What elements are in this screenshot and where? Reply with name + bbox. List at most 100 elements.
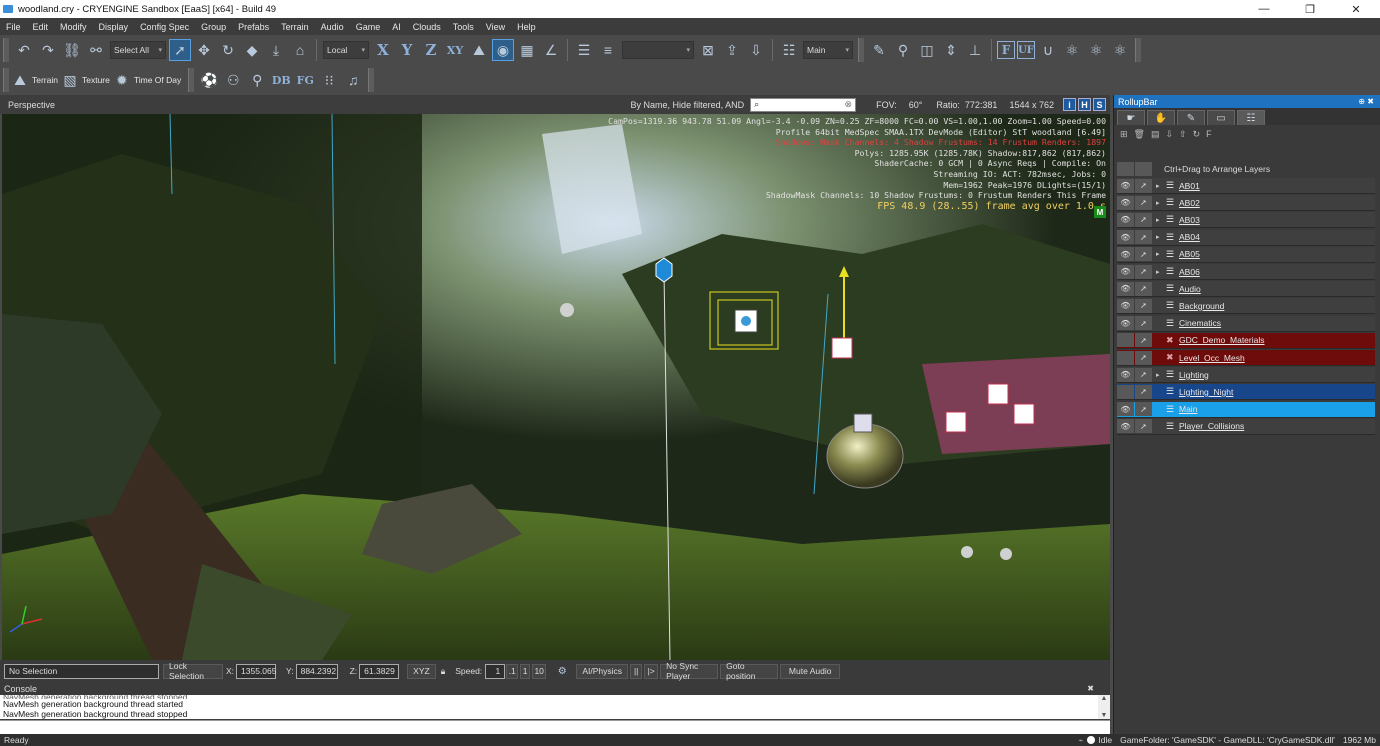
- selectable-pointer-icon[interactable]: ➚: [1135, 384, 1152, 399]
- empty-combo[interactable]: [622, 41, 694, 59]
- console-scrollbar[interactable]: ▲ ▼: [1098, 695, 1110, 719]
- scale-icon[interactable]: ◆: [241, 39, 263, 61]
- layer-combo[interactable]: Main: [803, 41, 853, 59]
- selectable-pointer-icon[interactable]: ➚: [1135, 402, 1152, 417]
- menu-terrain[interactable]: Terrain: [275, 22, 315, 32]
- visibility-eye-icon[interactable]: 👁︎: [1117, 367, 1134, 382]
- menu-clouds[interactable]: Clouds: [407, 22, 447, 32]
- step-button[interactable]: |>: [644, 663, 659, 679]
- export-icon[interactable]: ⇪: [721, 39, 743, 61]
- atom-2-icon[interactable]: ⚛: [1085, 39, 1107, 61]
- clear-search-icon[interactable]: ⊗: [845, 99, 853, 110]
- grid-icon[interactable]: ▦: [516, 39, 538, 61]
- layer-row-ab03[interactable]: 👁︎ ➚ ▸ ☰ AB03: [1117, 212, 1375, 229]
- texture-icon[interactable]: ▧: [63, 69, 77, 91]
- player-icon[interactable]: ⚲: [246, 69, 268, 91]
- coord-space-combo[interactable]: Local: [323, 41, 369, 59]
- rotate-icon[interactable]: ↻: [217, 39, 239, 61]
- move-icon[interactable]: ✥: [193, 39, 215, 61]
- measure-icon[interactable]: ⊥: [964, 39, 986, 61]
- undo-icon[interactable]: ↶: [13, 39, 35, 61]
- menu-display[interactable]: Display: [93, 22, 135, 32]
- texture-button[interactable]: Texture: [82, 75, 110, 85]
- viewport-title[interactable]: Perspective: [8, 100, 55, 110]
- axis-xy-button[interactable]: XY: [444, 39, 466, 61]
- visibility-eye-icon[interactable]: [1117, 333, 1134, 348]
- visibility-eye-icon[interactable]: 👁︎: [1117, 298, 1134, 313]
- layer-row-ab02[interactable]: 👁︎ ➚ ▸ ☰ AB02: [1117, 195, 1375, 212]
- tab-modify[interactable]: ✋: [1147, 110, 1175, 125]
- speed-preset-10[interactable]: 10: [532, 663, 547, 679]
- menu-audio[interactable]: Audio: [315, 22, 350, 32]
- terrain-icon[interactable]: ⛰: [13, 69, 27, 91]
- menu-group[interactable]: Group: [195, 22, 232, 32]
- selectable-pointer-icon[interactable]: ➚: [1135, 178, 1152, 193]
- selectable-pointer-icon[interactable]: ➚: [1135, 230, 1152, 245]
- layer-row-ab06[interactable]: 👁︎ ➚ ▸ ☰ AB06: [1117, 264, 1375, 280]
- close-button[interactable]: ✕: [1333, 0, 1379, 18]
- snap-objects-icon[interactable]: ⚲: [892, 39, 914, 61]
- visibility-eye-icon[interactable]: 👁︎: [1117, 178, 1134, 193]
- mute-audio-button[interactable]: Mute Audio: [780, 663, 841, 679]
- goto-position-button[interactable]: Goto position: [720, 661, 779, 681]
- axis-x-button[interactable]: X: [372, 39, 394, 61]
- selectable-pointer-icon[interactable]: ➚: [1135, 367, 1152, 382]
- console-output[interactable]: NavMesh generation background thread sto…: [0, 695, 1098, 719]
- toolbar-grip[interactable]: [3, 38, 9, 62]
- import-icon[interactable]: ⇩: [745, 39, 767, 61]
- selectable-pointer-icon[interactable]: ➚: [1135, 212, 1152, 227]
- rollup-pin-close-icon[interactable]: ⊕ ✖: [1358, 97, 1374, 106]
- layer-row-lighting[interactable]: 👁︎ ➚ ▸ ☰ Lighting: [1117, 367, 1375, 384]
- selectable-pointer-icon[interactable]: ➚: [1135, 298, 1152, 313]
- speed-preset-1[interactable]: 1: [520, 663, 531, 679]
- terrain-snap-icon[interactable]: ⛰: [468, 39, 490, 61]
- y-coordinate-input[interactable]: 884.2392: [295, 663, 338, 679]
- object-snap-icon[interactable]: ◉: [492, 39, 514, 61]
- new-layer-icon[interactable]: ⊞: [1120, 129, 1128, 140]
- link-icon[interactable]: ⛓: [61, 39, 83, 61]
- select-pointer-icon[interactable]: ➚: [169, 39, 191, 61]
- menu-ai[interactable]: AI: [386, 22, 407, 32]
- speed-preset-01[interactable]: .1: [506, 663, 519, 679]
- ratio-value[interactable]: 772:381: [965, 100, 998, 110]
- tab-display[interactable]: ▭: [1207, 110, 1235, 125]
- tab-layers[interactable]: ☷: [1237, 110, 1265, 125]
- layer-row-ab01[interactable]: 👁︎ ➚ ▸ ☰ AB01: [1117, 178, 1375, 194]
- character-icon[interactable]: ⚇: [222, 69, 244, 91]
- layer-row-gdc-demo-materials[interactable]: ➚ ✖ GDC_Demo_Materials: [1117, 332, 1375, 349]
- expand-arrow-icon[interactable]: ▸: [1156, 216, 1164, 224]
- layer-row-lighting-night[interactable]: ➚ ☰ Lighting_Night: [1117, 384, 1375, 401]
- expand-arrow-icon[interactable]: ▸: [1156, 371, 1164, 379]
- visibility-eye-icon[interactable]: 👁︎: [1117, 264, 1134, 279]
- database-button[interactable]: DB: [270, 69, 292, 91]
- layers-icon[interactable]: ☷: [778, 39, 800, 61]
- visibility-eye-icon[interactable]: 👁︎: [1117, 316, 1134, 331]
- helpers-toggle[interactable]: H: [1078, 98, 1091, 111]
- lock-icon[interactable]: 🔒︎: [441, 666, 446, 677]
- menu-help[interactable]: Help: [511, 22, 542, 32]
- import-layer-icon[interactable]: ⇩: [1166, 129, 1174, 140]
- flowgraph-button[interactable]: FG: [294, 69, 316, 91]
- menu-tools[interactable]: Tools: [447, 22, 480, 32]
- maximize-button[interactable]: ❐: [1287, 0, 1333, 18]
- menu-edit[interactable]: Edit: [27, 22, 55, 32]
- menu-game[interactable]: Game: [350, 22, 387, 32]
- vertical-align-icon[interactable]: ⇕: [940, 39, 962, 61]
- minimize-button[interactable]: —: [1241, 0, 1287, 18]
- layer-settings-icon[interactable]: ▤: [1151, 129, 1160, 140]
- menu-view[interactable]: View: [480, 22, 511, 32]
- axis-z-button[interactable]: Z: [420, 39, 442, 61]
- expand-arrow-icon[interactable]: ▸: [1156, 250, 1164, 258]
- visibility-eye-icon[interactable]: [1117, 350, 1134, 365]
- x-coordinate-input[interactable]: 1355.065: [236, 663, 276, 679]
- lock-selection-button[interactable]: Lock Selection: [163, 661, 223, 681]
- console-input[interactable]: [0, 720, 1110, 734]
- layer-row-audio[interactable]: 👁︎ ➚ ☰ Audio: [1117, 281, 1375, 298]
- pause-button[interactable]: ||: [630, 663, 643, 679]
- perspective-viewport[interactable]: CamPos=1319.36 943.78 51.09 Angl=-3.4 -0…: [2, 114, 1110, 660]
- angle-snap-icon[interactable]: ∠: [540, 39, 562, 61]
- layer-row-ab04[interactable]: 👁︎ ➚ ▸ ☰ AB04: [1117, 229, 1375, 246]
- music-icon[interactable]: ♫: [342, 69, 364, 91]
- visibility-eye-icon[interactable]: 👁︎: [1117, 281, 1134, 296]
- ruler-icon[interactable]: ☰: [573, 39, 595, 61]
